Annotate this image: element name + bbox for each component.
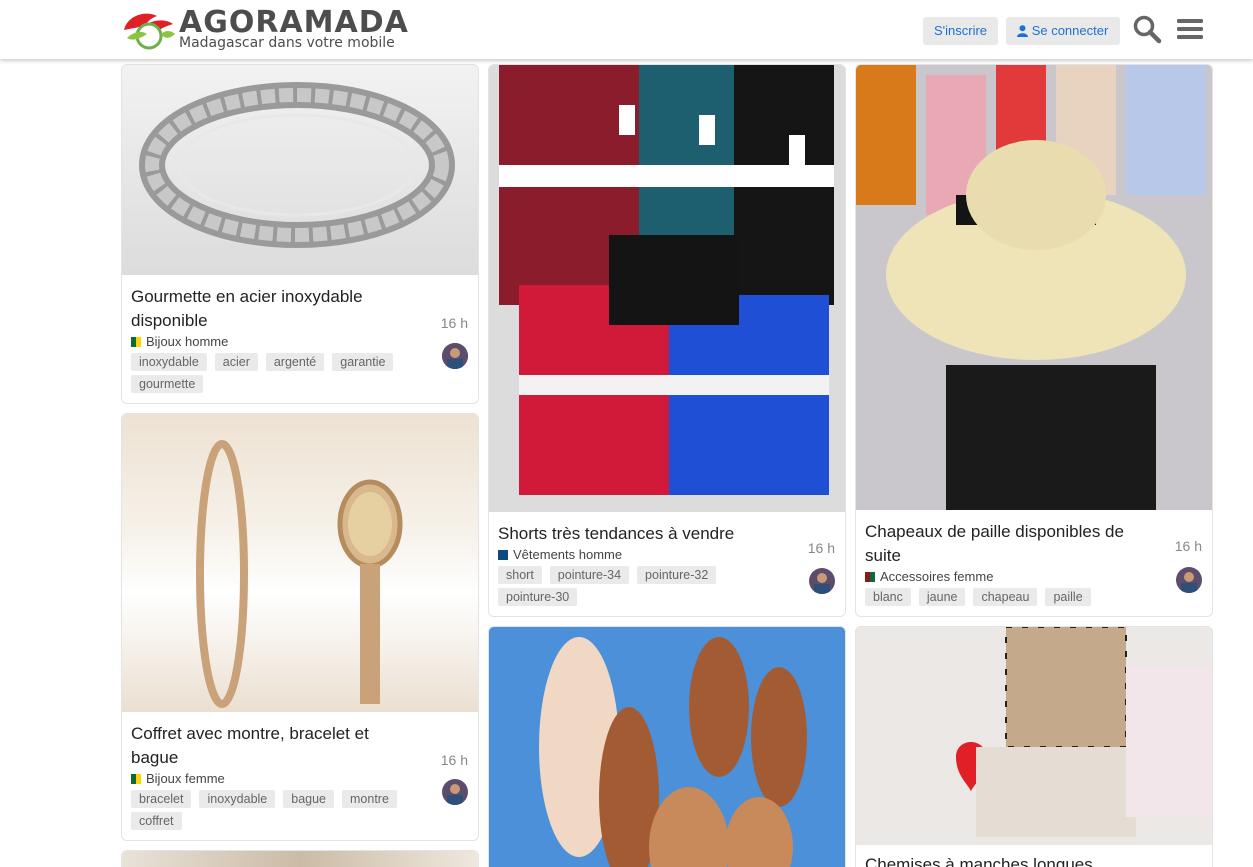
avatar[interactable] xyxy=(442,779,468,805)
category-color-icon xyxy=(865,571,875,582)
tag[interactable]: blanc xyxy=(865,588,911,606)
category-badge[interactable]: Bijoux homme xyxy=(131,334,469,349)
category-label: Vêtements homme xyxy=(513,547,623,562)
topic-thumbnail[interactable] xyxy=(489,65,845,512)
login-button[interactable]: Se connecter xyxy=(1006,17,1120,45)
topic-card[interactable]: Shorts très tendances à vendre Vêtements… xyxy=(488,64,846,617)
topic-title[interactable]: Gourmette en acier inoxydable disponible xyxy=(131,285,411,333)
signup-button[interactable]: S'inscrire xyxy=(923,17,998,45)
category-color-icon xyxy=(131,773,141,784)
category-color-icon xyxy=(131,336,141,347)
tag[interactable]: gourmette xyxy=(131,375,204,393)
tag[interactable]: pointure-32 xyxy=(637,566,717,584)
tag[interactable]: bracelet xyxy=(131,790,192,808)
tag[interactable]: coffret xyxy=(131,812,182,830)
tag[interactable]: garantie xyxy=(332,353,394,371)
tag-list: inoxydable acier argenté garantie gourme… xyxy=(131,353,401,393)
avatar[interactable] xyxy=(442,343,468,369)
tag-list: bracelet inoxydable bague montre coffret xyxy=(131,790,401,830)
topic-title[interactable]: Chapeaux de paille disponibles de suite xyxy=(865,520,1145,568)
tag[interactable]: argenté xyxy=(265,353,325,371)
tag[interactable]: pointure-30 xyxy=(498,588,578,606)
tag[interactable]: jaune xyxy=(918,588,966,606)
search-icon[interactable] xyxy=(1132,14,1162,44)
hamburger-menu-icon[interactable] xyxy=(1175,14,1205,44)
category-label: Bijoux homme xyxy=(146,334,229,349)
category-label: Accessoires femme xyxy=(880,569,994,584)
tag[interactable]: bague xyxy=(283,790,335,808)
topic-thumbnail[interactable] xyxy=(856,65,1212,510)
topic-thumbnail[interactable] xyxy=(489,627,845,867)
topic-title[interactable]: Chemises à manches longues xyxy=(865,853,1185,867)
topic-thumbnail[interactable] xyxy=(122,414,478,712)
user-icon xyxy=(1017,25,1028,37)
tag-list: blanc jaune chapeau paille xyxy=(865,588,1135,606)
logo-icon xyxy=(124,13,175,50)
login-label: Se connecter xyxy=(1031,23,1109,38)
topic-age[interactable]: 16 h xyxy=(441,752,468,768)
site-header: AGORAMADA Madagascar dans votre mobile S… xyxy=(0,0,1253,59)
topic-title[interactable]: Shorts très tendances à vendre xyxy=(498,522,778,546)
topic-card[interactable] xyxy=(121,850,479,867)
tag[interactable]: paille xyxy=(1045,588,1091,606)
topic-age[interactable]: 16 h xyxy=(441,315,468,331)
tag[interactable]: chapeau xyxy=(973,588,1038,606)
tag[interactable]: inoxydable xyxy=(131,353,207,371)
tag[interactable]: short xyxy=(498,566,542,584)
topic-thumbnail[interactable] xyxy=(856,627,1212,845)
avatar[interactable] xyxy=(809,568,835,594)
logo-title: AGORAMADA xyxy=(179,5,409,40)
category-color-icon xyxy=(498,549,508,560)
topic-age[interactable]: 16 h xyxy=(808,540,835,556)
topic-card[interactable]: Coffret avec montre, bracelet et bague B… xyxy=(121,413,479,841)
logo-subtitle: Madagascar dans votre mobile xyxy=(179,35,395,51)
topic-age[interactable]: 16 h xyxy=(1175,538,1202,554)
category-badge[interactable]: Bijoux femme xyxy=(131,771,469,786)
topic-thumbnail[interactable] xyxy=(122,851,478,867)
tag[interactable]: inoxydable xyxy=(199,790,276,808)
avatar[interactable] xyxy=(1176,567,1202,593)
category-label: Bijoux femme xyxy=(146,771,225,786)
topic-card[interactable] xyxy=(488,626,846,867)
tag[interactable]: acier xyxy=(214,353,258,371)
topic-thumbnail[interactable] xyxy=(122,65,478,275)
tag-list: short pointure-34 pointure-32 pointure-3… xyxy=(498,566,768,606)
tag[interactable]: pointure-34 xyxy=(549,566,630,584)
tag[interactable]: montre xyxy=(342,790,397,808)
category-badge[interactable]: Accessoires femme xyxy=(865,569,1203,584)
topic-card[interactable]: Chemises à manches longues xyxy=(855,626,1213,867)
site-logo[interactable]: AGORAMADA Madagascar dans votre mobile xyxy=(121,8,408,51)
topic-title[interactable]: Coffret avec montre, bracelet et bague xyxy=(131,722,411,770)
category-badge[interactable]: Vêtements homme xyxy=(498,547,836,562)
topic-card[interactable]: Chapeaux de paille disponibles de suite … xyxy=(855,64,1213,617)
topic-card[interactable]: Gourmette en acier inoxydable disponible… xyxy=(121,64,479,404)
